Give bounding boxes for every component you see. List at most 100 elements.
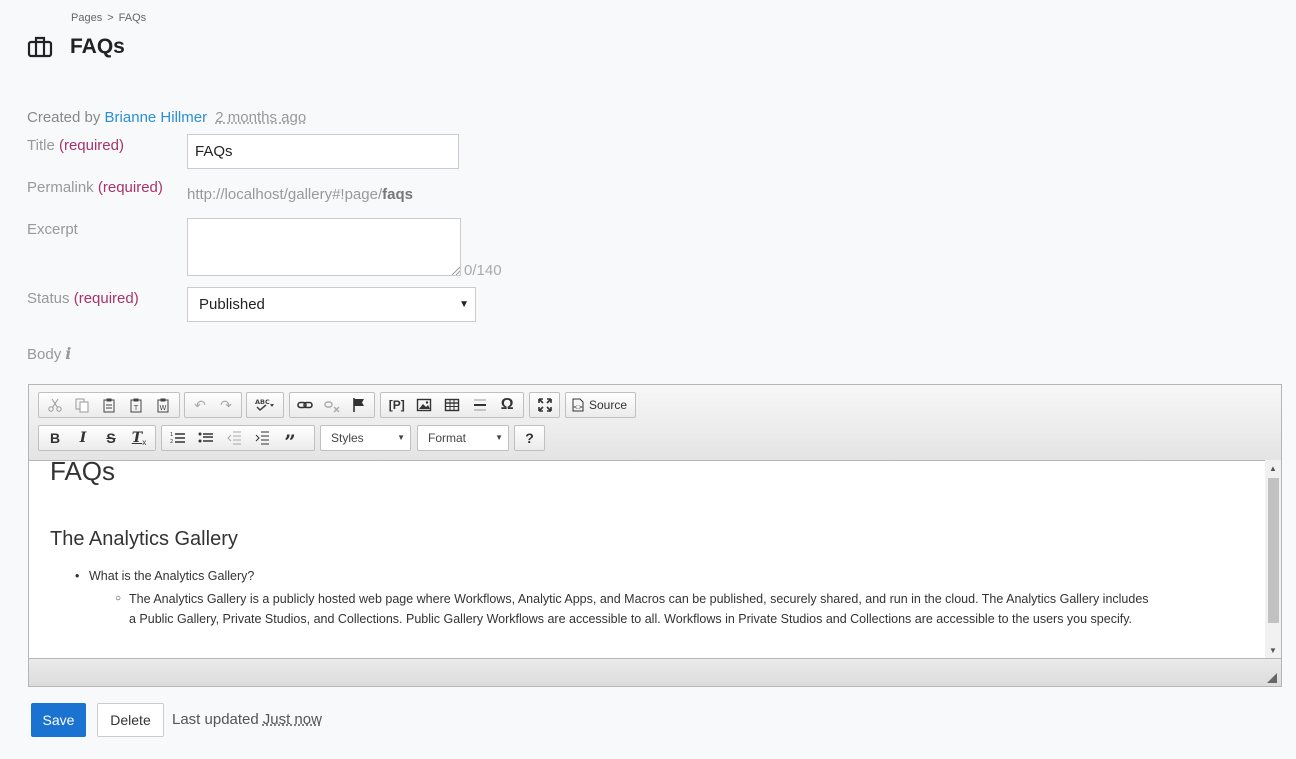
page-title: FAQs: [70, 35, 125, 58]
delete-button[interactable]: Delete: [97, 703, 164, 737]
undo-icon[interactable]: ↶: [187, 394, 213, 416]
format-dropdown[interactable]: Format ▼: [417, 425, 509, 451]
created-by-info: Created by Brianne Hillmer 2 months ago: [27, 109, 306, 126]
content-heading-1: FAQs: [50, 460, 116, 486]
bulleted-list-icon[interactable]: [192, 427, 220, 449]
special-character-icon[interactable]: Ω: [493, 394, 521, 416]
svg-text:1: 1: [170, 432, 173, 438]
title-label-text: Title: [27, 137, 55, 154]
insert-group: [P] Ω: [380, 392, 524, 418]
excerpt-label: Excerpt: [27, 221, 78, 238]
breadcrumb-separator: >: [107, 12, 114, 24]
svg-text:ABC: ABC: [255, 398, 270, 406]
redo-icon[interactable]: ↷: [213, 394, 239, 416]
styles-dropdown[interactable]: Styles ▼: [320, 425, 411, 451]
list-item: • What is the Analytics Gallery?: [75, 569, 254, 583]
help-icon[interactable]: ?: [517, 427, 542, 449]
remove-format-icon[interactable]: Tx: [125, 427, 153, 449]
paste-text-icon[interactable]: T: [123, 394, 150, 416]
last-updated-time: Just now: [262, 711, 322, 728]
paste-word-icon[interactable]: W: [150, 394, 177, 416]
italic-icon[interactable]: I: [69, 427, 97, 449]
source-button[interactable]: <> Source: [565, 392, 636, 418]
info-icon[interactable]: i: [65, 344, 71, 363]
help-label: ?: [525, 430, 534, 446]
title-input[interactable]: [187, 134, 459, 169]
bullet-icon: •: [75, 569, 80, 583]
status-label-text: Status: [27, 290, 70, 307]
author-link[interactable]: Brianne Hillmer: [105, 109, 208, 126]
editor-content-area[interactable]: FAQs The Analytics Gallery • What is the…: [29, 460, 1265, 660]
title-required: (required): [58, 137, 124, 154]
history-group: ↶ ↷: [184, 392, 242, 418]
basic-styles-group: B I S Tx: [38, 425, 156, 451]
status-selected-value: Published: [199, 296, 265, 313]
horizontal-rule-icon[interactable]: [466, 394, 494, 416]
last-updated: Last updated Just now: [172, 711, 322, 728]
cut-icon[interactable]: [41, 394, 68, 416]
spellcheck-icon[interactable]: ABC: [249, 394, 281, 416]
svg-text:<>: <>: [573, 404, 583, 411]
maximize-group: [529, 392, 560, 418]
chevron-down-icon: ▼: [397, 433, 405, 442]
content-heading-2: The Analytics Gallery: [50, 528, 238, 550]
breadcrumb-pages[interactable]: Pages: [71, 12, 102, 24]
editor-scrollbar[interactable]: ▲ ▼: [1265, 460, 1281, 660]
status-select[interactable]: Published ▼: [187, 287, 476, 322]
unlink-icon[interactable]: [319, 394, 346, 416]
outdent-icon[interactable]: [220, 427, 248, 449]
table-icon[interactable]: [438, 394, 466, 416]
image-icon[interactable]: [411, 394, 439, 416]
save-button[interactable]: Save: [31, 703, 86, 737]
excerpt-textarea[interactable]: [187, 218, 461, 276]
spellcheck-group: ABC: [246, 392, 284, 418]
copy-icon[interactable]: [68, 394, 95, 416]
link-icon[interactable]: [292, 394, 319, 416]
body-label: Body i: [27, 344, 71, 363]
anchor-flag-icon[interactable]: [345, 394, 372, 416]
created-by-label: Created by: [27, 109, 101, 126]
chevron-down-icon: ▼: [495, 433, 503, 442]
chevron-down-icon: ▼: [459, 299, 469, 310]
permalink-base: http://localhost/gallery#!page/: [187, 186, 383, 203]
permalink-label: Permalink (required): [27, 179, 163, 196]
numbered-list-icon[interactable]: 12: [164, 427, 192, 449]
list-item: ○ The Analytics Gallery is a publicly ho…: [115, 589, 1155, 629]
resize-grip-icon[interactable]: [451, 266, 460, 275]
scroll-down-icon[interactable]: ▼: [1265, 644, 1281, 658]
editor-statusbar: [29, 658, 1281, 686]
page-header: FAQs: [27, 34, 125, 60]
strikethrough-icon[interactable]: S: [97, 427, 125, 449]
status-label: Status (required): [27, 290, 139, 307]
question-text: What is the Analytics Gallery?: [89, 569, 255, 583]
circle-bullet-icon: ○: [115, 593, 122, 604]
svg-text:W: W: [160, 404, 167, 412]
status-required: (required): [73, 290, 139, 307]
permalink-slug[interactable]: faqs: [382, 186, 413, 203]
maximize-icon[interactable]: [532, 394, 557, 416]
format-label: Format: [428, 431, 467, 445]
help-group: ?: [514, 425, 545, 451]
breadcrumb: Pages > FAQs: [71, 12, 146, 24]
resize-grip-icon[interactable]: [1267, 673, 1277, 683]
bold-icon[interactable]: B: [41, 427, 69, 449]
body-label-text: Body: [27, 346, 62, 363]
placeholder-icon[interactable]: [P]: [383, 394, 411, 416]
editor-toolbar: T W ↶ ↷ ABC [P] Ω <> Source B I S T x 1 …: [29, 385, 1281, 461]
permalink-required: (required): [97, 179, 163, 196]
excerpt-counter: 0/140: [464, 262, 502, 279]
scroll-up-icon[interactable]: ▲: [1265, 462, 1281, 476]
svg-text:T: T: [133, 404, 139, 412]
links-group: [289, 392, 375, 418]
title-label: Title (required): [27, 137, 124, 154]
scrollbar-thumb[interactable]: [1268, 478, 1279, 623]
briefcase-icon: [27, 36, 53, 58]
paragraph-group: 12 ”: [161, 425, 315, 452]
indent-icon[interactable]: [248, 427, 276, 449]
answer-text: The Analytics Gallery is a publicly host…: [129, 592, 1149, 626]
permalink-value: http://localhost/gallery#!page/faqs: [187, 186, 413, 203]
rich-text-editor: T W ↶ ↷ ABC [P] Ω <> Source B I S T x 1 …: [28, 384, 1282, 687]
blockquote-icon[interactable]: ”: [276, 427, 304, 452]
paste-icon[interactable]: [95, 394, 122, 416]
svg-text:2: 2: [170, 439, 173, 445]
